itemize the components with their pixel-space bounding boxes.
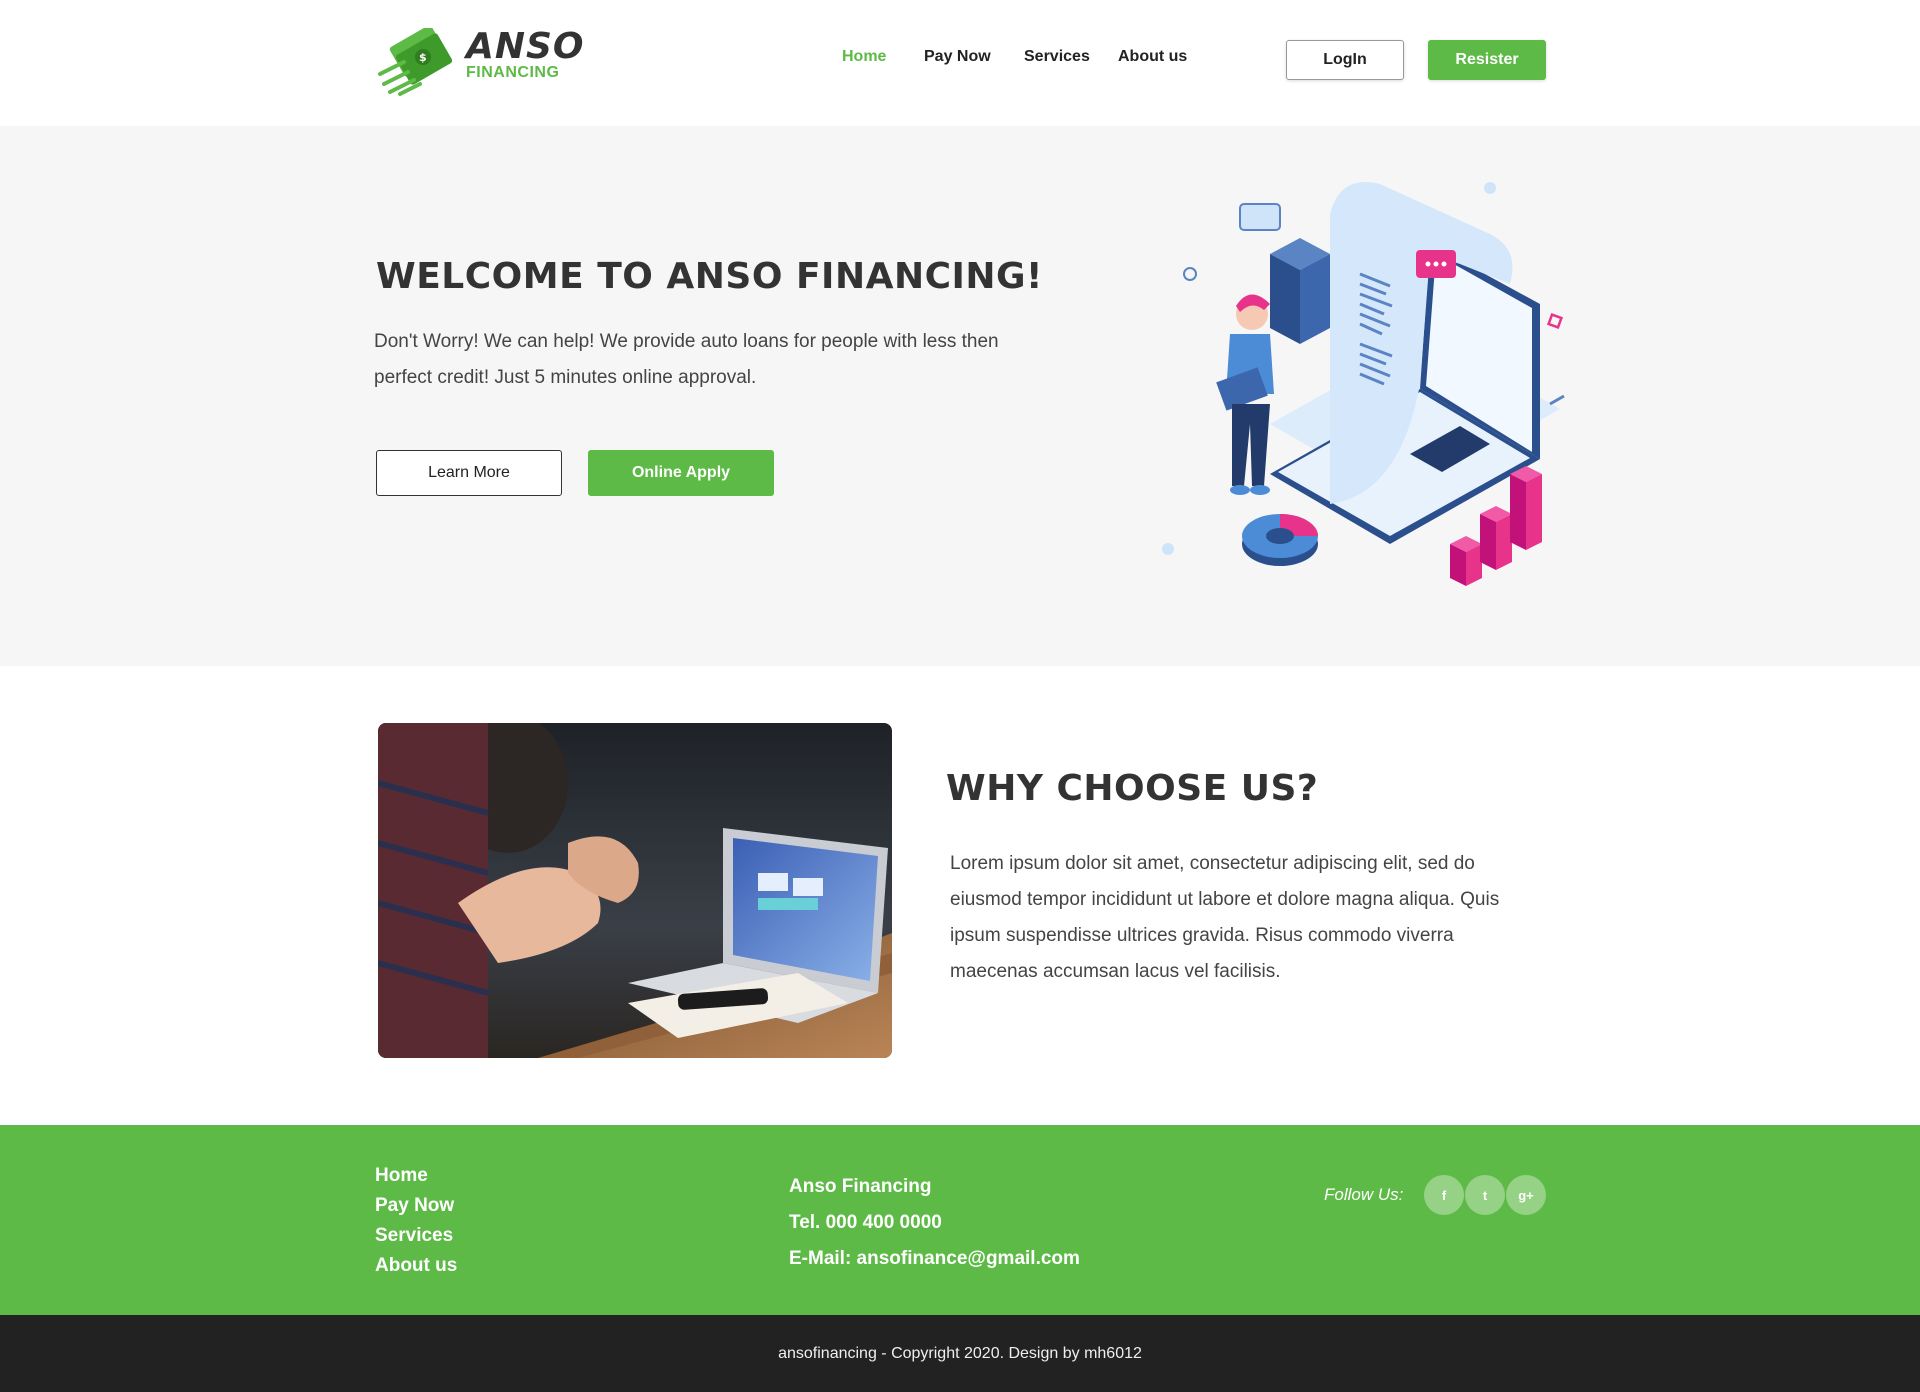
nav-home[interactable]: Home (842, 48, 886, 66)
logo[interactable]: $ ANSO FINANCING (374, 24, 584, 98)
why-text: Lorem ipsum dolor sit amet, consectetur … (950, 853, 1500, 982)
footer-links: Home Pay Now Services About us (375, 1161, 457, 1281)
facebook-icon[interactable]: f (1424, 1175, 1464, 1215)
why-title: WHY CHOOSE US? (946, 768, 1319, 809)
footer-email: E-Mail: ansofinance@gmail.com (789, 1248, 1080, 1269)
nav-services[interactable]: Services (1024, 48, 1090, 66)
footer-phone: Tel. 000 400 0000 (789, 1212, 942, 1233)
google-plus-icon[interactable]: g+ (1506, 1175, 1546, 1215)
footer-link-about-us[interactable]: About us (375, 1251, 457, 1281)
logo-subtitle: FINANCING (466, 64, 560, 81)
hero-section: WELCOME TO ANSO FINANCING! Don't Worry! … (0, 126, 1920, 666)
footer-contact: Anso Financing Tel. 000 400 0000 E-Mail:… (789, 1169, 1080, 1277)
register-button[interactable]: Resister (1428, 40, 1546, 80)
footer-company: Anso Financing (789, 1176, 932, 1197)
copyright-text: ansofinancing - Copyright 2020. Design b… (778, 1344, 1142, 1362)
logo-wordmark: ANSO (466, 26, 585, 67)
site-header: $ ANSO FINANCING Home Pay Now Services A… (0, 0, 1920, 126)
footer-link-pay-now[interactable]: Pay Now (375, 1191, 457, 1221)
isometric-finance-illustration (1162, 182, 1565, 586)
login-button[interactable]: LogIn (1286, 40, 1404, 80)
online-apply-button[interactable]: Online Apply (588, 450, 774, 496)
footer-link-home[interactable]: Home (375, 1161, 457, 1191)
follow-us-label: Follow Us: (1324, 1185, 1404, 1204)
hero-text: Don't Worry! We can help! We provide aut… (374, 331, 999, 388)
money-logo-icon: $ (378, 28, 453, 96)
footer-link-services[interactable]: Services (375, 1221, 457, 1251)
copyright-bar: ansofinancing - Copyright 2020. Design b… (0, 1315, 1920, 1392)
twitter-icon[interactable]: t (1465, 1175, 1505, 1215)
nav-pay-now[interactable]: Pay Now (924, 48, 991, 66)
office-laptop-photo (378, 723, 892, 1058)
nav-about-us[interactable]: About us (1118, 48, 1187, 66)
learn-more-button[interactable]: Learn More (376, 450, 562, 496)
svg-text:$: $ (419, 51, 427, 64)
site-footer: Home Pay Now Services About us Anso Fina… (0, 1125, 1920, 1315)
hero-title: WELCOME TO ANSO FINANCING! (376, 256, 1043, 297)
